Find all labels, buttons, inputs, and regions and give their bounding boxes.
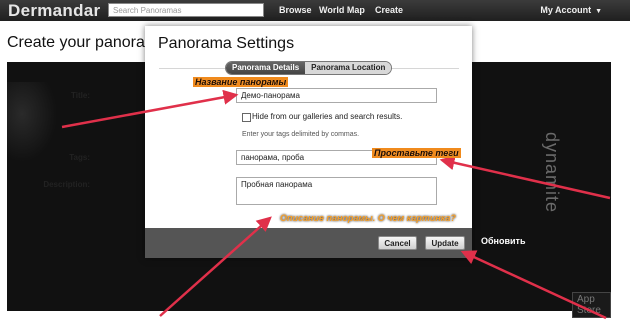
my-account-label: My Account	[540, 5, 592, 15]
description-textarea[interactable]: Пробная панорама	[236, 177, 437, 205]
nav-world-map-link[interactable]: World Map	[319, 5, 365, 15]
title-label: Title:	[71, 91, 90, 100]
dermandar-logo[interactable]: Dermandar	[8, 1, 100, 21]
tab-panorama-location[interactable]: Panorama Location	[305, 62, 392, 74]
dialog-title: Panorama Settings	[158, 35, 295, 52]
app-store-badge: App Store	[572, 292, 611, 318]
nav-create-link[interactable]: Create	[375, 5, 403, 15]
nav-browse-link[interactable]: Browse	[279, 5, 312, 15]
annotation-description: Описание панорамы. О чем картинка?	[280, 213, 456, 223]
panorama-image-fragment	[7, 82, 57, 162]
description-label: Description:	[43, 180, 90, 189]
panorama-brand-text: dynamite	[542, 132, 562, 214]
cancel-button[interactable]: Cancel	[378, 236, 417, 250]
title-input[interactable]: Демо-панорама	[236, 88, 437, 103]
annotation-update: Обновить	[481, 236, 526, 246]
page-title: Create your panoram	[7, 34, 147, 51]
update-button[interactable]: Update	[425, 236, 465, 250]
hide-from-galleries-label: Hide from our galleries and search resul…	[252, 112, 403, 121]
search-input[interactable]: Search Panoramas	[108, 3, 264, 17]
hide-from-galleries-checkbox[interactable]	[242, 113, 251, 122]
tags-label: Tags:	[69, 153, 90, 162]
annotation-tags: Проставьте теги	[372, 148, 461, 158]
top-navigation-bar: Dermandar Search Panoramas Browse World …	[0, 0, 630, 21]
annotation-title-name: Название панорамы	[193, 77, 289, 87]
chevron-down-icon: ▼	[595, 8, 602, 15]
tab-panorama-details[interactable]: Panorama Details	[226, 62, 306, 74]
panorama-settings-dialog: Panorama Settings Panorama Details Panor…	[145, 26, 472, 258]
tags-hint: Enter your tags delimited by commas.	[242, 131, 360, 138]
my-account-menu[interactable]: My Account ▼	[540, 5, 602, 15]
dialog-footer	[145, 228, 472, 258]
tab-bar: Panorama Details Panorama Location	[225, 61, 393, 75]
